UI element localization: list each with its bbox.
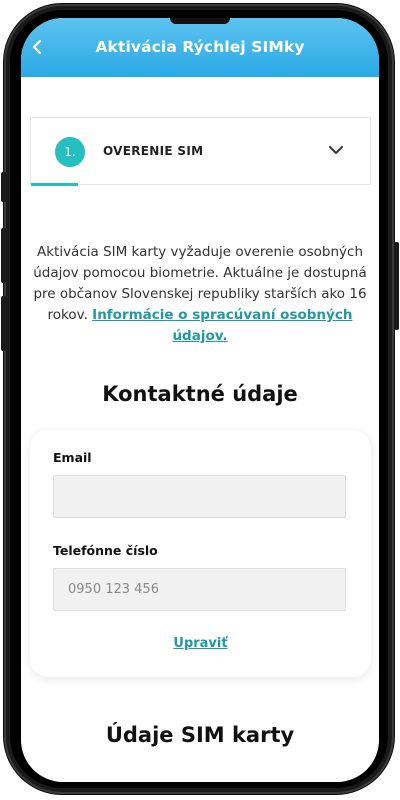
biometry-description: Aktivácia SIM karty vyžaduje overenie os… — [31, 242, 369, 347]
app-header: Aktivácia Rýchlej SIMky — [21, 18, 379, 77]
app-screen: Aktivácia Rýchlej SIMky 1. OVERENIE SIM … — [21, 18, 379, 782]
power-button — [394, 242, 399, 330]
mute-switch — [1, 172, 6, 202]
contact-card: Email Telefónne číslo Upraviť — [30, 430, 371, 677]
phone-field[interactable] — [53, 568, 346, 611]
step-progress-indicator — [31, 183, 78, 186]
step-number-badge: 1. — [55, 137, 85, 167]
step-accordion-overenie-sim[interactable]: 1. OVERENIE SIM — [30, 117, 371, 186]
speaker-notch — [170, 18, 230, 24]
page-title: Aktivácia Rýchlej SIMky — [95, 38, 305, 56]
chevron-down-icon[interactable] — [328, 144, 344, 156]
personal-data-info-link[interactable]: Informácie o spracúvaní osobných údajov. — [92, 307, 352, 344]
edit-link[interactable]: Upraviť — [30, 636, 371, 651]
phone-label: Telefónne číslo — [53, 543, 158, 558]
sim-section-title: Údaje SIM karty — [105, 723, 295, 747]
volume-up-button — [1, 228, 6, 283]
contact-section-title: Kontaktné údaje — [102, 382, 298, 406]
email-label: Email — [53, 450, 92, 465]
step-label: OVERENIE SIM — [103, 144, 204, 158]
email-field[interactable] — [53, 475, 346, 518]
volume-down-button — [1, 296, 6, 351]
